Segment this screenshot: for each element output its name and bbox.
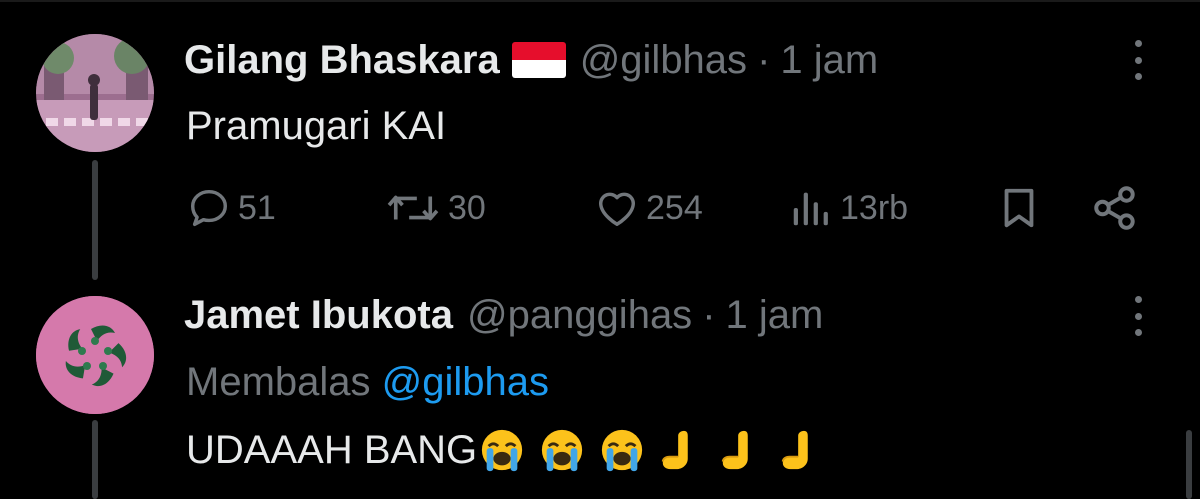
top-divider — [0, 0, 1200, 2]
author-name[interactable]: Gilang Bhaskara — [184, 34, 500, 86]
avatar[interactable] — [36, 296, 154, 414]
avatar[interactable] — [36, 34, 154, 152]
views-count: 13rb — [840, 188, 909, 227]
timestamp[interactable]: 1 jam — [726, 289, 824, 341]
scrollbar[interactable] — [1186, 430, 1192, 499]
loudly-crying-face-icon — [542, 429, 583, 472]
avatar-image — [36, 34, 154, 152]
like-count: 254 — [646, 188, 703, 227]
views-button[interactable]: 13rb — [788, 180, 908, 236]
loudly-crying-face-icon — [482, 429, 523, 472]
reply-text-content: UDAAAH BANG — [186, 428, 478, 472]
separator: · — [757, 38, 771, 82]
separator: · — [702, 293, 716, 337]
share-button[interactable] — [1090, 180, 1140, 236]
emoji-group — [479, 427, 839, 473]
indonesia-flag-icon — [511, 42, 566, 78]
heart-icon — [598, 192, 636, 227]
author-handle[interactable]: @gilbhas — [580, 34, 747, 86]
tweet-actions: 51 30 254 13rb — [186, 180, 1146, 236]
views-chart-icon — [793, 192, 828, 226]
bookmark-icon — [1004, 188, 1034, 228]
reply-count: 51 — [238, 188, 276, 227]
reply-button[interactable]: 51 — [186, 180, 276, 236]
like-button[interactable]: 254 — [594, 180, 703, 236]
more-options-icon[interactable] — [1128, 296, 1148, 336]
reply-header: Jamet Ibukota @panggihas · 1 jam — [184, 289, 823, 341]
mention-link[interactable]: @gilbhas — [382, 360, 549, 404]
author-name[interactable]: Jamet Ibukota — [184, 289, 453, 341]
author-handle[interactable]: @panggihas — [467, 289, 692, 341]
repost-count: 30 — [448, 188, 486, 227]
reply-text: UDAAAH BANG — [186, 424, 839, 476]
avatar-logo-icon — [36, 296, 154, 414]
raised-hand-sideways-icon — [662, 430, 688, 470]
repost-icon — [387, 195, 439, 221]
raised-hand-sideways-icon — [722, 430, 748, 470]
share-icon — [1094, 186, 1135, 230]
tweet-text: Pramugari KAI — [186, 104, 447, 148]
reply-icon — [190, 189, 228, 227]
raised-hand-sideways-icon — [782, 430, 808, 470]
more-options-icon[interactable] — [1128, 40, 1148, 80]
replying-to: Membalas @gilbhas — [186, 356, 549, 408]
thread-connector — [92, 420, 98, 499]
loudly-crying-face-icon — [602, 429, 643, 472]
timestamp[interactable]: 1 jam — [780, 34, 878, 86]
repost-button[interactable]: 30 — [384, 180, 486, 236]
replying-label: Membalas — [186, 360, 371, 404]
thread-connector — [92, 160, 98, 280]
bookmark-button[interactable] — [996, 180, 1042, 236]
tweet-header: Gilang Bhaskara @gilbhas · 1 jam — [184, 34, 878, 86]
